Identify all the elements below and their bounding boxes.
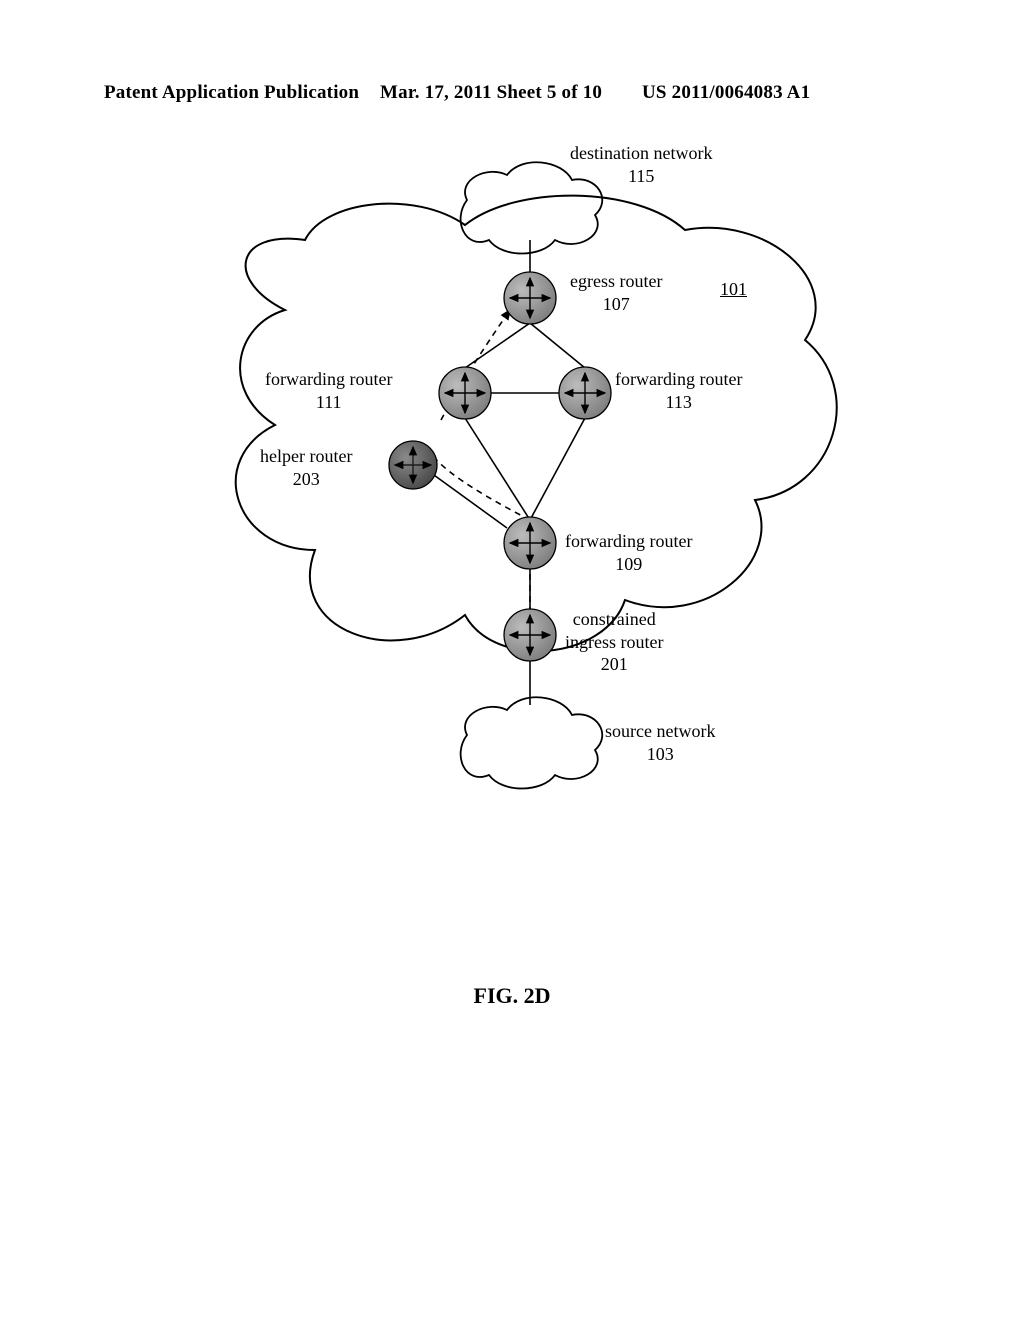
router-egress [504,272,556,324]
label-fwd-111: forwarding router 111 [265,368,392,413]
label-egress: egress router 107 [570,270,662,315]
label-domain-ref: 101 [720,278,747,301]
router-fwd-109 [504,517,556,569]
router-helper [389,441,437,489]
router-fwd-113 [559,367,611,419]
router-fwd-111 [439,367,491,419]
header-left: Patent Application Publication [104,82,359,104]
diagram: destination network 115 egress router 10… [165,130,865,830]
router-ingress [504,609,556,661]
label-src-net: source network 103 [605,720,715,765]
header-middle: Mar. 17, 2011 Sheet 5 of 10 [380,82,602,104]
page: Patent Application Publication Mar. 17, … [0,0,1024,1320]
cloud-source [461,697,603,788]
label-fwd-113: forwarding router 113 [615,368,742,413]
label-helper: helper router 203 [260,445,352,490]
label-dest-net: destination network 115 [570,142,712,187]
label-ingress: constrained ingress router 201 [565,608,663,676]
header-right: US 2011/0064083 A1 [642,82,810,104]
cloud-domain [236,196,837,652]
label-fwd-109: forwarding router 109 [565,530,692,575]
figure-label: FIG. 2D [0,983,1024,1009]
